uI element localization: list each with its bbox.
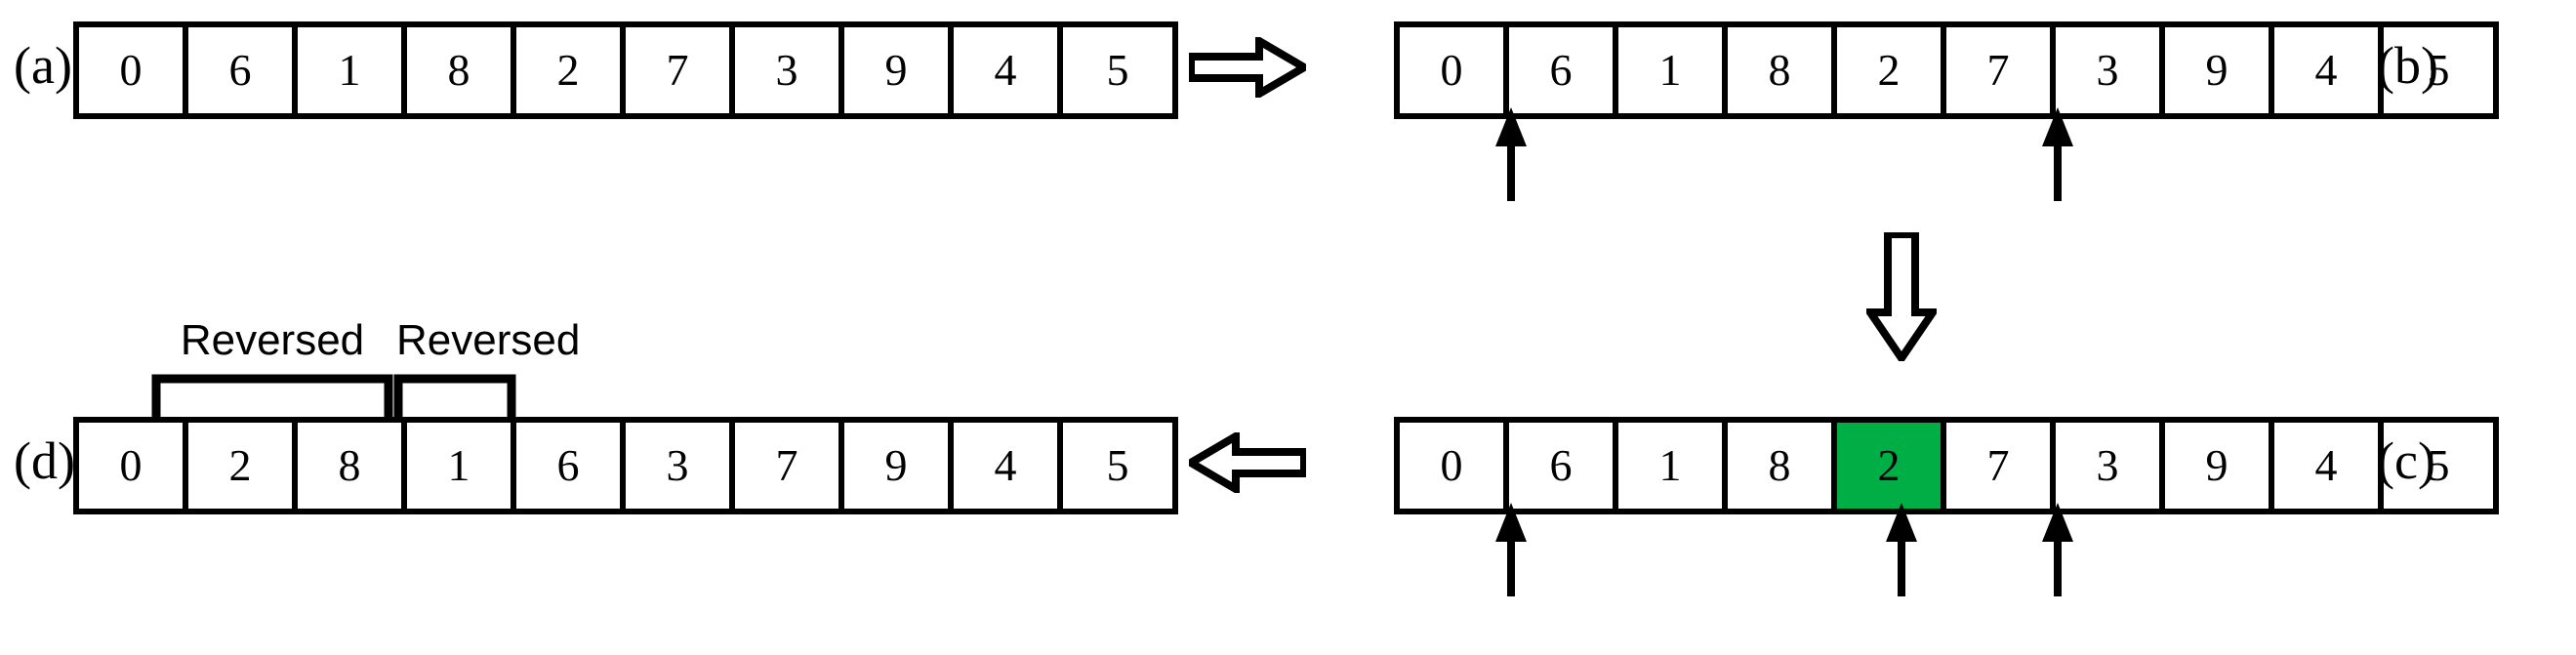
panel-label-d: (d) xyxy=(14,431,75,490)
array-cell: 7 xyxy=(626,27,735,113)
array-cell: 1 xyxy=(298,27,407,113)
bracket-reversed-2 xyxy=(393,374,516,421)
bracket-caption: Reversed xyxy=(180,316,365,364)
panel-label-a: (a) xyxy=(14,36,72,95)
bracket-reversed-1 xyxy=(151,374,393,421)
flow-arrow-left-icon xyxy=(1183,430,1308,496)
flow-arrow-right-icon xyxy=(1187,34,1312,101)
array-cell: 7 xyxy=(1946,27,2056,113)
array-cell: 4 xyxy=(2274,423,2384,509)
array-cell: 0 xyxy=(79,27,188,113)
array-cell: 0 xyxy=(1400,423,1509,509)
pointer-up-icon xyxy=(2041,107,2074,201)
pointer-up-icon xyxy=(1494,107,1528,201)
array-cell: 3 xyxy=(626,423,735,509)
array-cell: 8 xyxy=(1728,27,1837,113)
pointer-up-icon xyxy=(1494,503,1528,596)
flow-arrow-down-icon xyxy=(1862,230,1941,366)
array-cell: 8 xyxy=(407,27,516,113)
array-cell: 7 xyxy=(735,423,844,509)
array-cell: 3 xyxy=(2056,27,2165,113)
array-cell: 9 xyxy=(844,423,954,509)
panel-label-c: (c) xyxy=(2377,431,2435,490)
array-cell: 6 xyxy=(1509,27,1618,113)
array-cell: 7 xyxy=(1946,423,2056,509)
panel-label-b: (b) xyxy=(2377,36,2438,95)
array-cell: 6 xyxy=(188,27,298,113)
array-cell: 5 xyxy=(1063,423,1172,509)
array-cell-highlighted: 2 xyxy=(1837,423,1946,509)
array-cell: 0 xyxy=(1400,27,1509,113)
pointer-up-icon xyxy=(2041,503,2074,596)
array-cell: 1 xyxy=(407,423,516,509)
array-cell: 9 xyxy=(2165,27,2274,113)
array-cell: 0 xyxy=(79,423,188,509)
array-cell: 6 xyxy=(516,423,626,509)
array-c: 0 6 1 8 2 7 3 9 4 5 xyxy=(1394,417,2499,514)
array-cell: 8 xyxy=(1728,423,1837,509)
array-cell: 3 xyxy=(2056,423,2165,509)
figure-canvas: (a) 0 6 1 8 2 7 3 9 4 5 0 6 1 8 2 7 3 9 … xyxy=(0,0,2576,655)
array-cell: 2 xyxy=(1837,27,1946,113)
array-cell: 8 xyxy=(298,423,407,509)
array-cell: 9 xyxy=(844,27,954,113)
array-cell: 6 xyxy=(1509,423,1618,509)
pointer-up-icon xyxy=(1885,503,1918,596)
array-cell: 1 xyxy=(1618,423,1728,509)
array-cell: 4 xyxy=(954,27,1063,113)
array-cell: 3 xyxy=(735,27,844,113)
array-cell: 2 xyxy=(516,27,626,113)
array-cell: 1 xyxy=(1618,27,1728,113)
array-a: 0 6 1 8 2 7 3 9 4 5 xyxy=(73,21,1178,119)
array-d: 0 2 8 1 6 3 7 9 4 5 xyxy=(73,417,1178,514)
array-cell: 5 xyxy=(1063,27,1172,113)
array-cell: 9 xyxy=(2165,423,2274,509)
array-cell: 4 xyxy=(2274,27,2384,113)
array-cell: 4 xyxy=(954,423,1063,509)
array-b: 0 6 1 8 2 7 3 9 4 5 xyxy=(1394,21,2499,119)
bracket-caption: Reversed xyxy=(396,316,581,364)
array-cell: 2 xyxy=(188,423,298,509)
